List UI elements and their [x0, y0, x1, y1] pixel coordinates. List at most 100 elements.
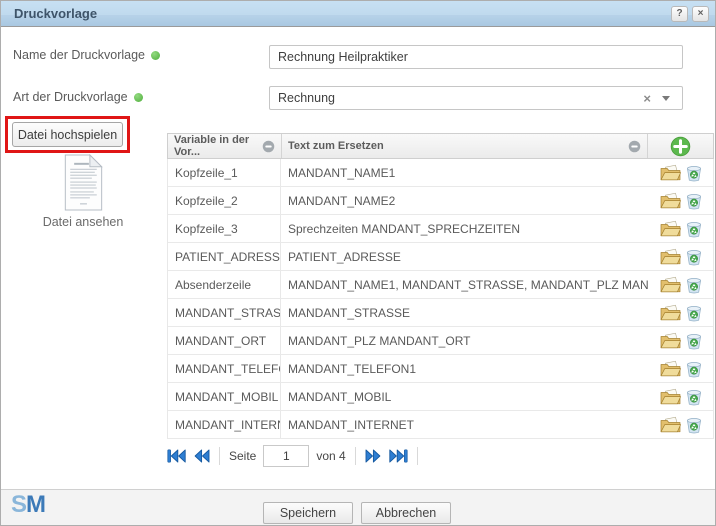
table-body: Kopfzeile_1 MANDANT_NAME1 Kopfzeile_2 MA…: [167, 159, 714, 439]
save-button[interactable]: Speichern: [263, 502, 353, 524]
column-menu-icon[interactable]: [262, 140, 275, 153]
combobox-value: Rechnung: [278, 91, 636, 105]
document-preview-icon[interactable]: [61, 154, 105, 211]
open-folder-icon[interactable]: [660, 192, 681, 209]
row-actions: [649, 215, 713, 242]
row-actions: [649, 355, 713, 382]
column-header-text[interactable]: Text zum Ersetzen: [282, 134, 648, 158]
open-folder-icon[interactable]: [660, 220, 681, 237]
table-row[interactable]: Kopfzeile_1 MANDANT_NAME1: [168, 159, 713, 187]
next-page-icon[interactable]: [365, 449, 382, 463]
row-actions: [649, 411, 713, 438]
delete-recycle-icon[interactable]: [685, 192, 703, 210]
cell-variable: MANDANT_STRASSE: [168, 299, 281, 326]
type-label: Art der Druckvorlage: [13, 90, 143, 104]
page-number-input[interactable]: [263, 445, 309, 467]
type-label-text: Art der Druckvorlage: [13, 90, 128, 104]
table-header: Variable in der Vor... Text zum Ersetzen: [167, 133, 714, 159]
pager-divider: [355, 447, 356, 465]
open-folder-icon[interactable]: [660, 248, 681, 265]
last-page-icon[interactable]: [389, 449, 408, 463]
clear-icon[interactable]: ×: [636, 91, 658, 106]
open-folder-icon[interactable]: [660, 332, 681, 349]
table-row[interactable]: MANDANT_TELEFON1 MANDANT_TELEFON1: [168, 355, 713, 383]
dropdown-caret-icon[interactable]: [662, 96, 670, 101]
delete-recycle-icon[interactable]: [685, 416, 703, 434]
cell-variable: MANDANT_ORT: [168, 327, 281, 354]
close-icon[interactable]: ×: [692, 6, 709, 22]
column-header-actions: [648, 134, 713, 158]
delete-recycle-icon[interactable]: [685, 164, 703, 182]
dialog-footer: SM Speichern Abbrechen: [1, 489, 715, 525]
delete-recycle-icon[interactable]: [685, 304, 703, 322]
column-header-variable[interactable]: Variable in der Vor...: [168, 134, 282, 158]
add-row-icon[interactable]: [670, 136, 691, 157]
open-folder-icon[interactable]: [660, 164, 681, 181]
cell-variable: Kopfzeile_1: [168, 159, 281, 186]
cell-variable: PATIENT_ADRESSE: [168, 243, 281, 270]
required-dot-icon: [134, 93, 143, 102]
view-file-label[interactable]: Datei ansehen: [1, 215, 165, 229]
delete-recycle-icon[interactable]: [685, 248, 703, 266]
annotation-highlight-box: Datei hochspielen: [5, 116, 130, 153]
cell-variable: Absenderzeile: [168, 271, 281, 298]
column-header-text-label: Text zum Ersetzen: [288, 140, 384, 152]
cell-variable: Kopfzeile_2: [168, 187, 281, 214]
cell-text: PATIENT_ADRESSE: [281, 243, 649, 270]
app-logo[interactable]: SM: [11, 491, 45, 519]
open-folder-icon[interactable]: [660, 276, 681, 293]
table-row[interactable]: MANDANT_INTERNET MANDANT_INTERNET: [168, 411, 713, 439]
name-label-text: Name der Druckvorlage: [13, 48, 145, 62]
help-icon[interactable]: ?: [671, 6, 688, 22]
cell-text: MANDANT_INTERNET: [281, 411, 649, 438]
row-actions: [649, 327, 713, 354]
open-folder-icon[interactable]: [660, 304, 681, 321]
cell-text: MANDANT_NAME2: [281, 187, 649, 214]
cell-variable: Kopfzeile_3: [168, 215, 281, 242]
table-row[interactable]: MANDANT_MOBIL MANDANT_MOBIL: [168, 383, 713, 411]
table-row[interactable]: MANDANT_STRASSE MANDANT_STRASSE: [168, 299, 713, 327]
row-actions: [649, 159, 713, 186]
table-row[interactable]: Kopfzeile_2 MANDANT_NAME2: [168, 187, 713, 215]
cell-text: MANDANT_NAME1: [281, 159, 649, 186]
delete-recycle-icon[interactable]: [685, 388, 703, 406]
cell-text: MANDANT_PLZ MANDANT_ORT: [281, 327, 649, 354]
cell-text: MANDANT_TELEFON1: [281, 355, 649, 382]
delete-recycle-icon[interactable]: [685, 220, 703, 238]
pager-divider: [219, 447, 220, 465]
delete-recycle-icon[interactable]: [685, 332, 703, 350]
pagination-bar: Seite von 4: [167, 441, 714, 471]
row-actions: [649, 383, 713, 410]
table-row[interactable]: Absenderzeile MANDANT_NAME1, MANDANT_STR…: [168, 271, 713, 299]
table-row[interactable]: PATIENT_ADRESSE PATIENT_ADRESSE: [168, 243, 713, 271]
druckvorlage-dialog: Druckvorlage ? × Name der Druckvorlage A…: [0, 0, 716, 526]
logo-letter-s: S: [11, 491, 26, 518]
cell-text: Sprechzeiten MANDANT_SPRECHZEITEN: [281, 215, 649, 242]
cancel-button[interactable]: Abbrechen: [361, 502, 451, 524]
row-actions: [649, 271, 713, 298]
first-page-icon[interactable]: [167, 449, 186, 463]
template-name-input[interactable]: [269, 45, 683, 69]
page-count-label: von 4: [316, 449, 345, 463]
table-row[interactable]: Kopfzeile_3 Sprechzeiten MANDANT_SPRECHZ…: [168, 215, 713, 243]
open-folder-icon[interactable]: [660, 388, 681, 405]
delete-recycle-icon[interactable]: [685, 360, 703, 378]
page-label: Seite: [229, 449, 256, 463]
table-row[interactable]: MANDANT_ORT MANDANT_PLZ MANDANT_ORT: [168, 327, 713, 355]
cell-text: MANDANT_MOBIL: [281, 383, 649, 410]
cell-variable: MANDANT_INTERNET: [168, 411, 281, 438]
cell-text: MANDANT_STRASSE: [281, 299, 649, 326]
column-header-variable-label: Variable in der Vor...: [174, 134, 262, 158]
row-actions: [649, 243, 713, 270]
delete-recycle-icon[interactable]: [685, 276, 703, 294]
template-type-combobox[interactable]: Rechnung ×: [269, 86, 683, 110]
column-menu-icon[interactable]: [628, 140, 641, 153]
upload-file-button[interactable]: Datei hochspielen: [12, 122, 123, 147]
prev-page-icon[interactable]: [193, 449, 210, 463]
required-dot-icon: [151, 51, 160, 60]
row-actions: [649, 299, 713, 326]
open-folder-icon[interactable]: [660, 360, 681, 377]
logo-letter-m: M: [26, 491, 45, 518]
open-folder-icon[interactable]: [660, 416, 681, 433]
cell-text: MANDANT_NAME1, MANDANT_STRASSE, MANDANT_…: [281, 271, 649, 298]
